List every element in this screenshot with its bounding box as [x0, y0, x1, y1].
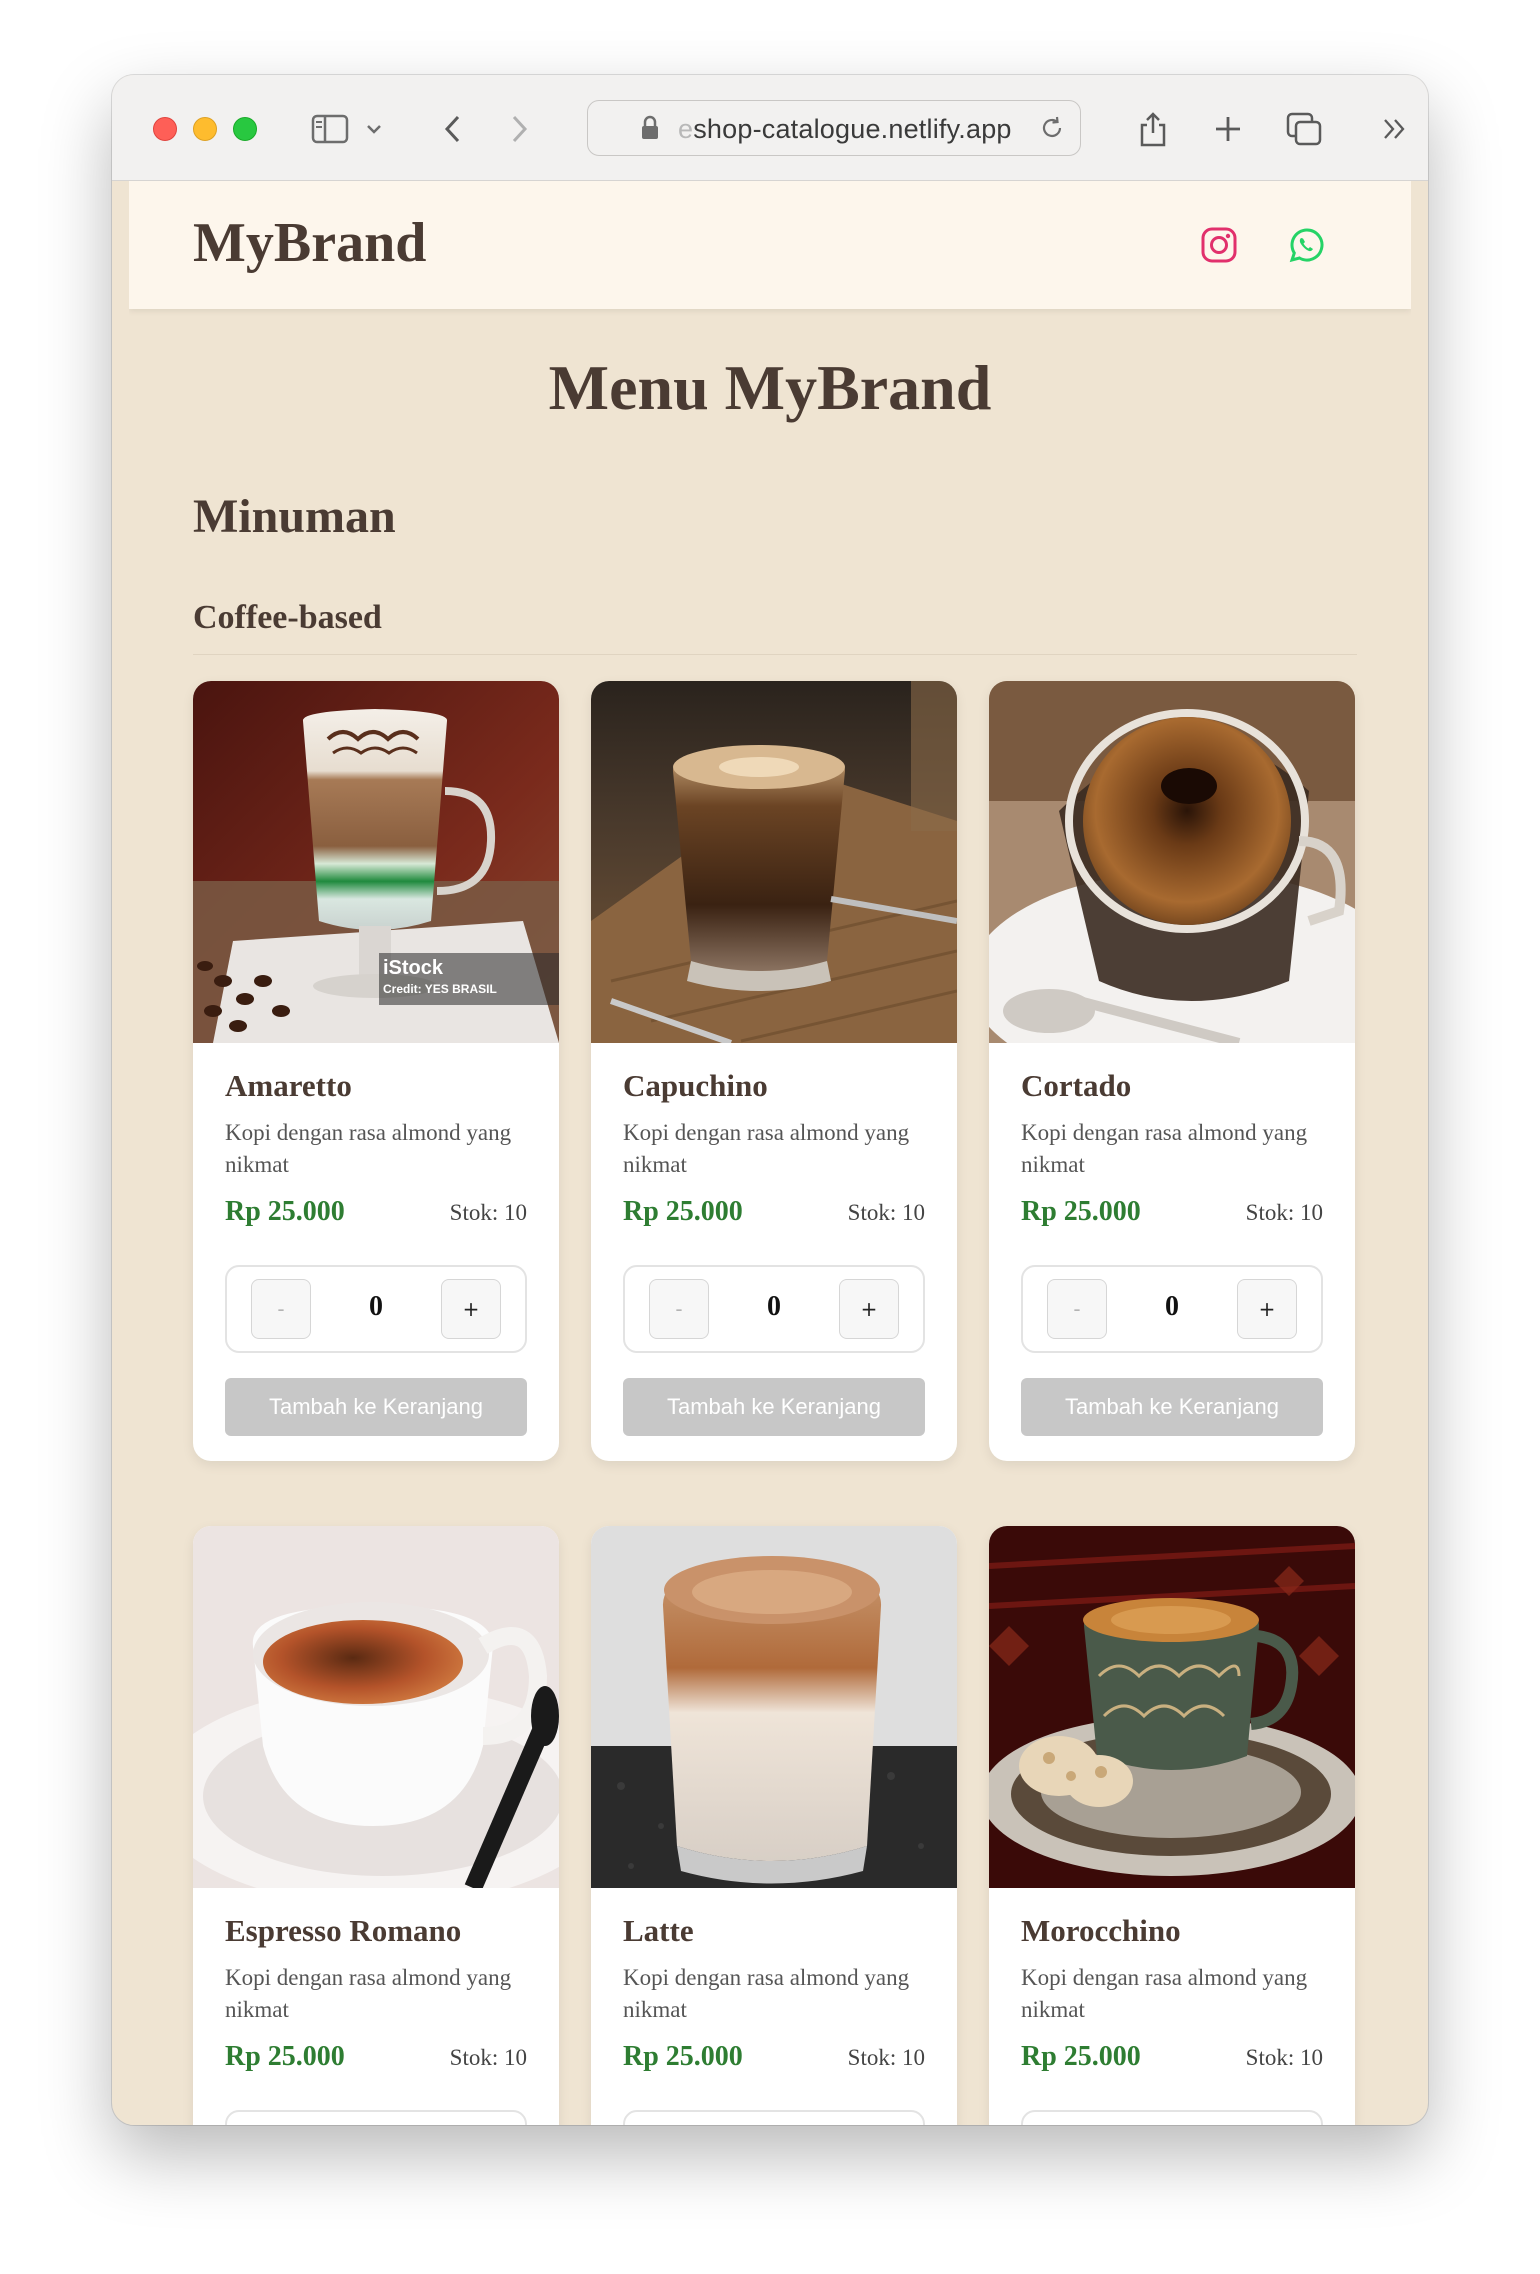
- browser-toolbar: eshop-catalogue.netlify.app: [112, 75, 1428, 181]
- product-card: Espresso Romano Kopi dengan rasa almond …: [193, 1526, 559, 2125]
- brand-logo[interactable]: MyBrand: [193, 211, 426, 275]
- forward-icon[interactable]: [505, 107, 535, 151]
- product-image-cortado: [989, 681, 1355, 1043]
- section-title: Minuman: [193, 490, 396, 543]
- quantity-stepper: [225, 2110, 527, 2125]
- quantity-stepper: 0 - +: [225, 1265, 527, 1353]
- web-page: MyBrand Menu MyBrand Minuman Coffee-base…: [129, 181, 1411, 2125]
- chevron-down-icon[interactable]: [362, 107, 386, 151]
- tab-overview-icon[interactable]: [1282, 107, 1326, 151]
- reload-icon[interactable]: [1038, 114, 1066, 147]
- zoom-window-button[interactable]: [233, 117, 257, 141]
- product-stock: Stok: 10: [847, 1200, 925, 1225]
- product-description: Kopi dengan rasa almond yang nikmat: [1021, 1120, 1308, 1177]
- product-description: Kopi dengan rasa almond yang nikmat: [225, 1120, 512, 1177]
- product-stock: Stok: 10: [847, 2045, 925, 2070]
- decrease-quantity-button[interactable]: -: [1047, 1279, 1107, 1339]
- add-to-cart-button[interactable]: Tambah ke Keranjang: [1021, 1378, 1323, 1436]
- product-image-espresso-romano: [193, 1526, 559, 1888]
- product-card: Capuchino Kopi dengan rasa almond yang n…: [591, 681, 957, 1461]
- quantity-stepper: [623, 2110, 925, 2125]
- decrease-quantity-button[interactable]: -: [649, 1279, 709, 1339]
- browser-window: eshop-catalogue.netlify.app MyBrand Menu…: [112, 75, 1428, 2125]
- minimize-window-button[interactable]: [193, 117, 217, 141]
- product-image-amaretto: iStock Credit: YES BRASIL: [193, 681, 559, 1043]
- watermark-credit: Credit: YES BRASIL: [383, 982, 497, 996]
- back-icon[interactable]: [437, 107, 467, 151]
- new-tab-icon[interactable]: [1208, 107, 1248, 151]
- product-description: Kopi dengan rasa almond yang nikmat: [225, 1965, 512, 2022]
- overflow-chevron-icon[interactable]: [1378, 107, 1412, 151]
- product-name: Amaretto: [225, 1068, 352, 1103]
- instagram-icon[interactable]: [1197, 223, 1241, 267]
- product-name: Espresso Romano: [225, 1913, 462, 1948]
- product-description: Kopi dengan rasa almond yang nikmat: [1021, 1965, 1308, 2022]
- increase-quantity-button[interactable]: +: [839, 1279, 899, 1339]
- sidebar-toggle-icon[interactable]: [308, 107, 352, 151]
- lock-icon: [640, 115, 660, 146]
- product-image-latte: [591, 1526, 957, 1888]
- page-title: Menu MyBrand: [548, 352, 992, 423]
- product-price: Rp 25.000: [1021, 2041, 1141, 2072]
- product-stock: Stok: 10: [1245, 2045, 1323, 2070]
- site-header: MyBrand: [129, 181, 1411, 309]
- divider: [193, 654, 1357, 655]
- product-description: Kopi dengan rasa almond yang nikmat: [623, 1120, 910, 1177]
- whatsapp-icon[interactable]: [1285, 223, 1329, 267]
- product-stock: Stok: 10: [1245, 1200, 1323, 1225]
- address-bar[interactable]: eshop-catalogue.netlify.app: [587, 100, 1081, 156]
- product-price: Rp 25.000: [225, 2041, 345, 2072]
- product-price: Rp 25.000: [1021, 1196, 1141, 1227]
- quantity-stepper: [1021, 2110, 1323, 2125]
- share-icon[interactable]: [1133, 107, 1173, 151]
- product-card: iStock Credit: YES BRASIL Amaretto Kopi …: [193, 681, 559, 1461]
- subsection-title: Coffee-based: [193, 599, 382, 636]
- product-price: Rp 25.000: [225, 1196, 345, 1227]
- product-price: Rp 25.000: [623, 2041, 743, 2072]
- product-description: Kopi dengan rasa almond yang nikmat: [623, 1965, 910, 2022]
- product-image-capuchino: [591, 681, 957, 1043]
- quantity-stepper: 0 - +: [1021, 1265, 1323, 1353]
- product-price: Rp 25.000: [623, 1196, 743, 1227]
- increase-quantity-button[interactable]: +: [441, 1279, 501, 1339]
- product-name: Latte: [623, 1913, 694, 1948]
- decrease-quantity-button[interactable]: -: [251, 1279, 311, 1339]
- add-to-cart-button[interactable]: Tambah ke Keranjang: [623, 1378, 925, 1436]
- close-window-button[interactable]: [153, 117, 177, 141]
- product-name: Capuchino: [623, 1068, 768, 1103]
- product-stock: Stok: 10: [449, 1200, 527, 1225]
- add-to-cart-button[interactable]: Tambah ke Keranjang: [225, 1378, 527, 1436]
- quantity-stepper: 0 - +: [623, 1265, 925, 1353]
- product-stock: Stok: 10: [449, 2045, 527, 2070]
- product-image-morocchino: [989, 1526, 1355, 1888]
- product-card: Latte Kopi dengan rasa almond yang nikma…: [591, 1526, 957, 2125]
- url-text: eshop-catalogue.netlify.app: [678, 114, 1012, 144]
- product-name: Cortado: [1021, 1068, 1132, 1103]
- product-card: Cortado Kopi dengan rasa almond yang nik…: [989, 681, 1355, 1461]
- increase-quantity-button[interactable]: +: [1237, 1279, 1297, 1339]
- watermark-brand: iStock: [383, 957, 444, 979]
- product-card: Morocchino Kopi dengan rasa almond yang …: [989, 1526, 1355, 2125]
- product-name: Morocchino: [1021, 1913, 1181, 1948]
